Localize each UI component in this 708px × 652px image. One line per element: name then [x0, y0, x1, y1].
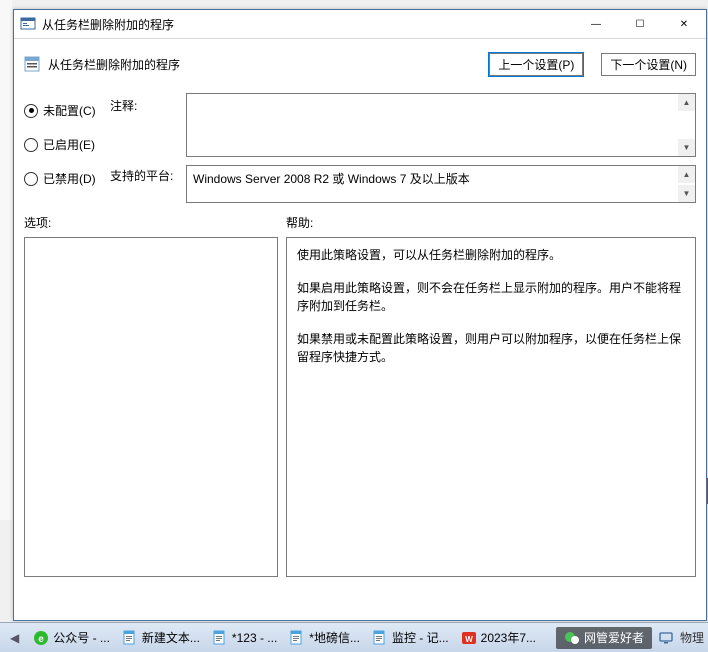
taskbar-item[interactable]: *地磅信...: [283, 626, 366, 650]
platform-label: 支持的平台:: [110, 169, 173, 183]
radio-label: 已启用(E): [43, 136, 95, 153]
help-panel: 使用此策略设置，可以从任务栏删除附加的程序。 如果启用此策略设置，则不会在任务栏…: [286, 237, 696, 577]
taskbar-item-label: *地磅信...: [309, 629, 360, 646]
svg-text:W: W: [465, 635, 473, 644]
taskbar: ◀ e 公众号 - ... 新建文本... *123 - ... *地磅信... 监控 -…: [0, 622, 708, 652]
tray-label: 物理: [680, 629, 704, 646]
help-paragraph: 如果禁用或未配置此策略设置，则用户可以附加程序，以便在任务栏上保留程序快捷方式。: [297, 330, 685, 367]
help-paragraph: 如果启用此策略设置，则不会在任务栏上显示附加的程序。用户不能将程序附加到任务栏。: [297, 279, 685, 316]
radio-not-configured[interactable]: 未配置(C): [24, 102, 110, 119]
taskbar-item-label: 监控 - 记...: [392, 629, 449, 646]
policy-icon: [24, 56, 40, 72]
app-icon: [20, 16, 36, 32]
help-label: 帮助:: [286, 214, 313, 231]
notepad-icon: [372, 630, 388, 646]
chevron-left-icon: ◀: [10, 631, 19, 645]
radio-icon: [24, 104, 38, 118]
options-panel: [24, 237, 278, 577]
notepad-icon: [122, 630, 138, 646]
taskbar-item-label: *123 - ...: [232, 631, 277, 645]
wechat-icon: [564, 630, 580, 646]
pane-header: 从任务栏删除附加的程序 上一个设置(P) 下一个设置(N): [14, 39, 706, 89]
taskbar-item[interactable]: 监控 - 记...: [366, 626, 455, 650]
help-paragraph: 使用此策略设置，可以从任务栏删除附加的程序。: [297, 246, 685, 265]
taskbar-item[interactable]: *123 - ...: [206, 626, 283, 650]
platform-value: Windows Server 2008 R2 或 Windows 7 及以上版本: [193, 172, 470, 186]
wps-icon: W: [461, 630, 477, 646]
policy-editor-window: 从任务栏删除附加的程序 — ☐ ✕ 从任务栏删除附加的程序 上一个设置(P) 下…: [13, 9, 707, 621]
monitor-icon[interactable]: [658, 630, 674, 646]
taskbar-item-label: 公众号 - ...: [53, 629, 110, 646]
previous-setting-label: 上一个设置(P): [498, 56, 574, 73]
comment-label: 注释:: [110, 97, 186, 167]
scroll-up-icon[interactable]: ▲: [678, 166, 695, 183]
window-title: 从任务栏删除附加的程序: [42, 16, 574, 33]
previous-setting-button[interactable]: 上一个设置(P): [489, 53, 583, 76]
notepad-icon: [212, 630, 228, 646]
radio-label: 未配置(C): [43, 102, 96, 119]
state-radio-group: 未配置(C) 已启用(E) 已禁用(D): [24, 89, 110, 204]
taskbar-item[interactable]: e 公众号 - ...: [27, 626, 116, 650]
policy-title: 从任务栏删除附加的程序: [46, 56, 483, 73]
wechat-overlay[interactable]: 网管爱好者: [556, 627, 652, 649]
taskbar-item-label: 2023年7...: [481, 629, 536, 646]
scroll-up-icon[interactable]: ▲: [678, 94, 695, 111]
svg-text:e: e: [38, 634, 44, 645]
options-label: 选项:: [24, 214, 286, 231]
360-icon: e: [33, 630, 49, 646]
radio-disabled[interactable]: 已禁用(D): [24, 170, 110, 187]
radio-icon: [24, 138, 38, 152]
taskbar-item-label: 新建文本...: [142, 629, 200, 646]
supported-platform-field: Windows Server 2008 R2 或 Windows 7 及以上版本…: [186, 165, 696, 203]
taskbar-chevron[interactable]: ◀: [4, 626, 25, 650]
taskbar-item[interactable]: 新建文本...: [116, 626, 206, 650]
next-setting-label: 下一个设置(N): [610, 56, 687, 73]
radio-enabled[interactable]: 已启用(E): [24, 136, 110, 153]
minimize-button[interactable]: —: [574, 10, 618, 38]
wechat-overlay-label: 网管爱好者: [584, 629, 644, 646]
maximize-button[interactable]: ☐: [618, 10, 662, 38]
comment-textarea[interactable]: ▲ ▼: [186, 93, 696, 157]
radio-icon: [24, 172, 38, 186]
close-button[interactable]: ✕: [662, 10, 706, 38]
scroll-down-icon[interactable]: ▼: [678, 185, 695, 202]
notepad-icon: [289, 630, 305, 646]
radio-label: 已禁用(D): [43, 170, 96, 187]
taskbar-item[interactable]: W 2023年7...: [455, 626, 542, 650]
scroll-down-icon[interactable]: ▼: [678, 139, 695, 156]
next-setting-button[interactable]: 下一个设置(N): [601, 53, 696, 76]
titlebar[interactable]: 从任务栏删除附加的程序 — ☐ ✕: [14, 10, 706, 39]
